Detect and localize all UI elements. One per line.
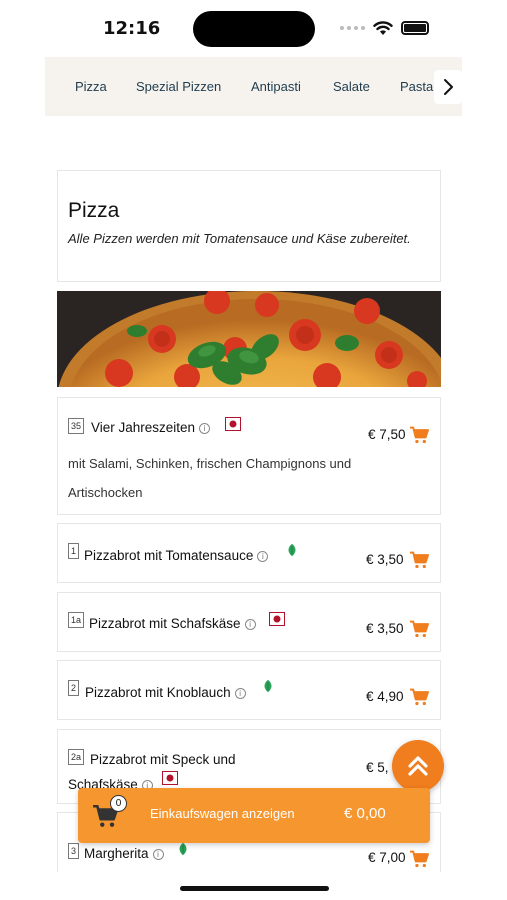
shopping-cart-icon[interactable] bbox=[409, 426, 429, 444]
cart-label: Einkaufswagen anzeigen bbox=[150, 806, 295, 821]
shopping-cart-icon[interactable] bbox=[409, 551, 429, 569]
product-price: € 5, bbox=[366, 760, 389, 775]
leaf-icon bbox=[264, 679, 272, 693]
info-icon[interactable]: i bbox=[152, 848, 164, 860]
leaf-icon bbox=[288, 543, 296, 557]
product-number-badge: 2a bbox=[68, 749, 85, 765]
product-price: € 7,50 bbox=[368, 427, 406, 442]
product-price: € 7,00 bbox=[368, 850, 406, 865]
product-price: € 3,50 bbox=[366, 552, 404, 567]
dynamic-island bbox=[193, 11, 315, 47]
double-chevron-up-icon bbox=[408, 756, 428, 776]
category-tab-salate[interactable]: Salate bbox=[333, 79, 370, 94]
product-name-text: Pizzabrot mit Tomatensauce bbox=[84, 548, 254, 563]
pizza-banner-image bbox=[57, 291, 441, 387]
product-name-text: Margherita bbox=[84, 846, 149, 861]
cart-count-badge: 0 bbox=[110, 795, 127, 812]
status-icons bbox=[340, 18, 429, 38]
shopping-cart-icon[interactable] bbox=[409, 850, 429, 868]
cart-total: € 0,00 bbox=[344, 805, 386, 822]
category-nav: Pizza Spezial Pizzen Antipasti Salate Pa… bbox=[45, 57, 462, 116]
meat-tag-icon bbox=[269, 612, 285, 626]
home-indicator bbox=[180, 886, 329, 891]
leaf-icon bbox=[179, 842, 187, 856]
wifi-icon bbox=[373, 20, 393, 35]
category-tab-antipasti[interactable]: Antipasti bbox=[251, 79, 301, 94]
product-name: Pizzabrot mit Tomatensauce i bbox=[84, 548, 269, 563]
shopping-cart-icon[interactable] bbox=[409, 620, 429, 638]
product-name: Pizzabrot mit Knoblauch i bbox=[85, 685, 246, 700]
category-tab-pasta[interactable]: Pasta bbox=[400, 79, 433, 94]
product-name: Margherita i bbox=[84, 846, 164, 861]
signal-icon bbox=[340, 26, 365, 30]
chevron-right-icon bbox=[444, 79, 453, 95]
product-card[interactable]: 1 Pizzabrot mit Tomatensauce i € 3,50 bbox=[57, 523, 441, 583]
shopping-cart-icon[interactable] bbox=[409, 688, 429, 706]
info-icon[interactable]: i bbox=[199, 422, 211, 434]
product-number-badge: 3 bbox=[68, 843, 80, 859]
category-next-button[interactable] bbox=[434, 70, 462, 104]
product-number-badge: 1a bbox=[68, 612, 85, 628]
category-tab-spezial-pizzen[interactable]: Spezial Pizzen bbox=[136, 79, 221, 94]
product-name-text: Vier Jahreszeiten bbox=[91, 420, 196, 435]
product-description: mit Salami, Schinken, frischen Champigno… bbox=[68, 456, 352, 500]
product-name-text: Pizzabrot mit Knoblauch bbox=[85, 685, 231, 700]
product-card[interactable]: 35 Vier Jahreszeiten i € 7,50 mit Salami,… bbox=[57, 397, 441, 515]
product-card[interactable]: 1a Pizzabrot mit Schafskäse i € 3,50 bbox=[57, 592, 441, 652]
battery-icon bbox=[401, 21, 429, 35]
product-name-line1: Pizzabrot mit Speck und bbox=[90, 752, 236, 767]
meat-tag-icon bbox=[162, 771, 178, 785]
view-cart-button[interactable]: 0 Einkaufswagen anzeigen € 0,00 bbox=[78, 788, 430, 843]
info-icon[interactable]: i bbox=[257, 550, 269, 562]
product-price: € 3,50 bbox=[366, 621, 404, 636]
section-description: Alle Pizzen werden mit Tomatensauce und … bbox=[68, 231, 411, 246]
product-number-badge: 1 bbox=[68, 543, 80, 559]
product-name: Pizzabrot mit Schafskäse i bbox=[89, 616, 256, 631]
info-icon[interactable]: i bbox=[234, 687, 246, 699]
product-price: € 4,90 bbox=[366, 689, 404, 704]
product-name-text: Pizzabrot mit Schafskäse bbox=[89, 616, 241, 631]
category-tab-pizza[interactable]: Pizza bbox=[75, 79, 107, 94]
product-number-badge: 35 bbox=[68, 418, 85, 434]
scroll-to-top-button[interactable] bbox=[392, 740, 444, 792]
product-card[interactable]: 2 Pizzabrot mit Knoblauch i € 4,90 bbox=[57, 660, 441, 720]
status-time: 12:16 bbox=[103, 18, 161, 39]
meat-tag-icon bbox=[225, 417, 241, 431]
status-bar: 12:16 bbox=[0, 0, 507, 58]
info-icon[interactable]: i bbox=[244, 618, 256, 630]
section-header-card: Pizza Alle Pizzen werden mit Tomatensauc… bbox=[57, 170, 441, 282]
section-title: Pizza bbox=[68, 199, 120, 222]
product-number-badge: 2 bbox=[68, 680, 80, 696]
product-name: Vier Jahreszeiten i bbox=[91, 420, 211, 435]
